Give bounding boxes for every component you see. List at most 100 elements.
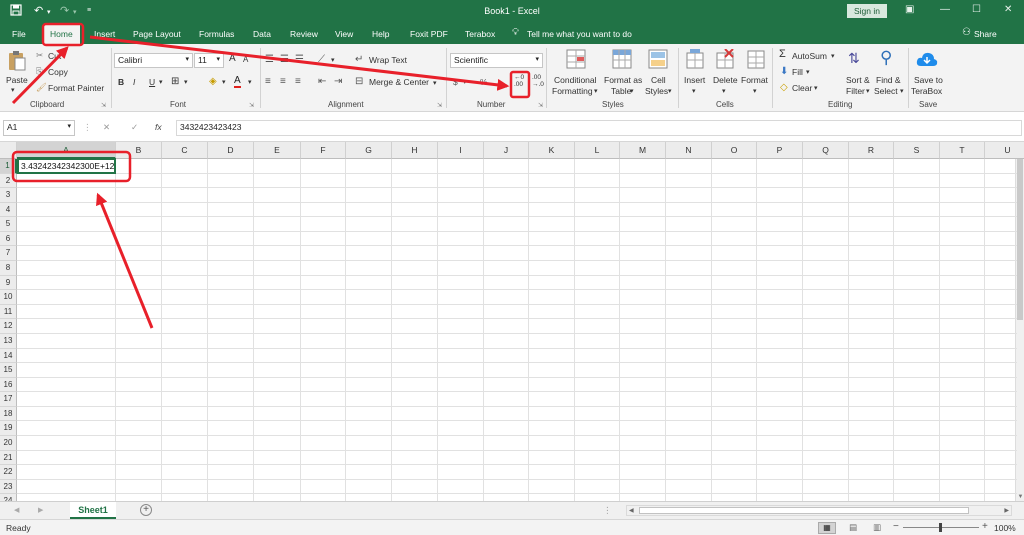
fill-color-icon[interactable]: ◈ xyxy=(209,76,217,87)
conditional-formatting-dropdown-icon[interactable]: ▾ xyxy=(594,87,598,95)
insert-function-button[interactable]: fx xyxy=(155,122,162,132)
number-launcher-icon[interactable]: ⇲ xyxy=(538,102,543,109)
font-size-select[interactable]: 11 ▾ xyxy=(194,53,224,68)
save-to-terabox-button-line2[interactable]: TeraBox xyxy=(911,86,942,96)
borders-dropdown-icon[interactable]: ▾ xyxy=(184,78,188,86)
column-header[interactable]: K xyxy=(529,142,575,159)
worksheet-grid[interactable]: 3.43242342342300E+12 ▲ ▼ ABCDEFGHIJKLMNO… xyxy=(0,142,1024,501)
merge-center-dropdown-icon[interactable]: ▾ xyxy=(433,79,437,87)
column-header[interactable]: B xyxy=(116,142,162,159)
font-name-select[interactable]: Calibri ▾ xyxy=(114,53,193,68)
row-header[interactable]: 15 xyxy=(0,363,17,378)
row-header[interactable]: 4 xyxy=(0,202,17,218)
column-header[interactable]: C xyxy=(162,142,208,159)
conditional-formatting-button-line2[interactable]: Formatting xyxy=(552,86,593,96)
column-header[interactable]: I xyxy=(438,142,484,159)
currency-dropdown-icon[interactable]: ▾ xyxy=(463,78,467,86)
scrollbar-horizontal[interactable]: ◀ ▶ xyxy=(626,505,1012,516)
grow-font-button[interactable]: A xyxy=(229,53,236,64)
font-launcher-icon[interactable]: ⇲ xyxy=(249,102,254,109)
column-header[interactable]: E xyxy=(254,142,301,159)
prev-sheet-icon[interactable]: ◀ xyxy=(14,506,19,514)
align-top-icon[interactable]: ☰ xyxy=(265,54,274,65)
row-header[interactable]: 7 xyxy=(0,246,17,262)
wrap-text-button[interactable]: Wrap Text xyxy=(369,55,407,65)
tab-page-layout[interactable]: Page Layout xyxy=(133,29,181,39)
tab-help[interactable]: Help xyxy=(372,29,389,39)
cell-styles-button-line2[interactable]: Styles xyxy=(645,86,668,96)
delete-cells-dropdown-icon[interactable]: ▾ xyxy=(722,87,726,95)
alignment-launcher-icon[interactable]: ⇲ xyxy=(437,102,442,109)
tab-formulas[interactable]: Formulas xyxy=(199,29,234,39)
enter-entry-button[interactable]: ✓ xyxy=(131,122,138,133)
column-header[interactable]: R xyxy=(849,142,894,159)
font-color-dropdown-icon[interactable]: ▾ xyxy=(248,78,252,86)
decrease-decimal-button[interactable]: .00 →.0 xyxy=(532,74,544,88)
paste-dropdown-icon[interactable]: ▾ xyxy=(11,86,15,94)
row-header[interactable]: 6 xyxy=(0,231,17,247)
row-header[interactable]: 11 xyxy=(0,304,17,320)
tab-insert[interactable]: Insert xyxy=(94,29,115,39)
underline-button[interactable]: U xyxy=(149,77,155,87)
row-header[interactable]: 16 xyxy=(0,377,17,393)
clear-button[interactable]: Clear xyxy=(792,83,812,93)
row-header[interactable]: 21 xyxy=(0,450,17,466)
row-header[interactable]: 24 xyxy=(0,494,17,501)
borders-icon[interactable]: ⊞ xyxy=(171,76,179,87)
row-header[interactable]: 20 xyxy=(0,436,17,451)
zoom-slider[interactable] xyxy=(903,523,979,532)
format-as-table-button-line2[interactable]: Table xyxy=(611,86,631,96)
tab-data[interactable]: Data xyxy=(253,29,271,39)
tab-view[interactable]: View xyxy=(335,29,353,39)
bold-button[interactable]: B xyxy=(118,77,124,87)
row-header[interactable]: 10 xyxy=(0,290,17,305)
comma-style-button[interactable]: , xyxy=(498,75,501,87)
save-to-terabox-button[interactable]: Save to xyxy=(914,75,943,85)
tab-terabox[interactable]: Terabox xyxy=(465,29,495,39)
row-header[interactable]: 17 xyxy=(0,392,17,407)
column-header[interactable]: A xyxy=(17,142,116,159)
row-header[interactable]: 5 xyxy=(0,217,17,232)
maximize-icon[interactable]: ☐ xyxy=(972,4,981,15)
increase-decimal-button[interactable]: ←0.00 xyxy=(514,74,524,88)
row-header[interactable]: 23 xyxy=(0,479,17,495)
format-cells-button[interactable]: Format xyxy=(741,75,768,85)
row-header[interactable]: 9 xyxy=(0,275,17,291)
column-header[interactable]: N xyxy=(666,142,712,159)
column-header[interactable]: H xyxy=(392,142,438,159)
page-break-view-icon[interactable]: ▥ xyxy=(873,522,881,533)
conditional-formatting-button[interactable]: Conditional xyxy=(554,75,597,85)
tab-home[interactable]: Home xyxy=(43,25,80,44)
column-header[interactable]: O xyxy=(712,142,757,159)
paste-button[interactable]: Paste xyxy=(6,75,28,85)
row-header[interactable]: 22 xyxy=(0,465,17,480)
scroll-thumb-horizontal[interactable] xyxy=(639,507,969,514)
row-header[interactable]: 19 xyxy=(0,421,17,437)
ribbon-display-options-icon[interactable]: ▣ xyxy=(905,4,914,15)
insert-cells-dropdown-icon[interactable]: ▾ xyxy=(692,87,696,95)
format-as-table-dropdown-icon[interactable]: ▾ xyxy=(630,87,634,95)
find-select-dropdown-icon[interactable]: ▾ xyxy=(900,87,904,95)
shrink-font-button[interactable]: A xyxy=(243,55,248,64)
scroll-thumb-vertical[interactable] xyxy=(1017,150,1023,320)
formula-bar-splitter-icon[interactable]: ⋮ xyxy=(83,122,92,133)
normal-view-icon[interactable]: ▦ xyxy=(818,522,836,534)
tab-file[interactable]: File xyxy=(12,29,26,39)
clipboard-launcher-icon[interactable]: ⇲ xyxy=(101,102,106,109)
fill-color-dropdown-icon[interactable]: ▾ xyxy=(222,78,226,86)
row-header[interactable]: 18 xyxy=(0,406,17,422)
zoom-level[interactable]: 100% xyxy=(994,523,1016,533)
column-header[interactable]: F xyxy=(301,142,346,159)
clear-dropdown-icon[interactable]: ▾ xyxy=(814,84,818,92)
tab-foxit-pdf[interactable]: Foxit PDF xyxy=(410,29,448,39)
cell-a1-value[interactable]: 3.43242342342300E+12 xyxy=(21,161,114,171)
column-header[interactable]: T xyxy=(940,142,985,159)
zoom-slider-thumb[interactable] xyxy=(939,523,942,532)
tab-split-handle-icon[interactable]: ⋮ xyxy=(603,505,612,516)
row-header[interactable]: 8 xyxy=(0,261,17,276)
copy-button[interactable]: Copy xyxy=(48,67,68,77)
align-left-icon[interactable]: ≡ xyxy=(265,76,271,87)
sign-in-button[interactable]: Sign in xyxy=(847,4,887,18)
share-button[interactable]: Share xyxy=(974,29,997,39)
italic-button[interactable]: I xyxy=(133,77,135,87)
